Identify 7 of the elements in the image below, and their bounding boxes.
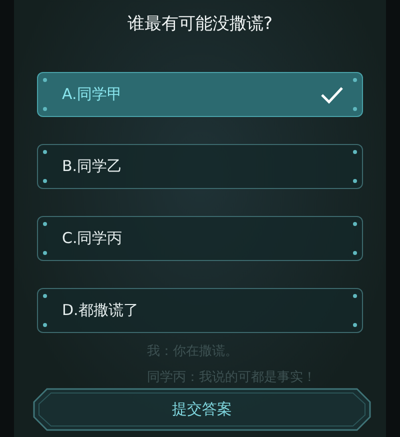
answer-option[interactable]: A.同学甲 [37,72,363,117]
answer-option[interactable]: B.同学乙 [37,144,363,189]
answer-option[interactable]: C.同学丙 [37,216,363,261]
check-icon [320,86,344,104]
answer-option[interactable]: D.都撒谎了 [37,288,363,333]
submit-button[interactable]: 提交答案 [33,388,371,431]
question-title: 谁最有可能没撒谎? [127,13,273,34]
